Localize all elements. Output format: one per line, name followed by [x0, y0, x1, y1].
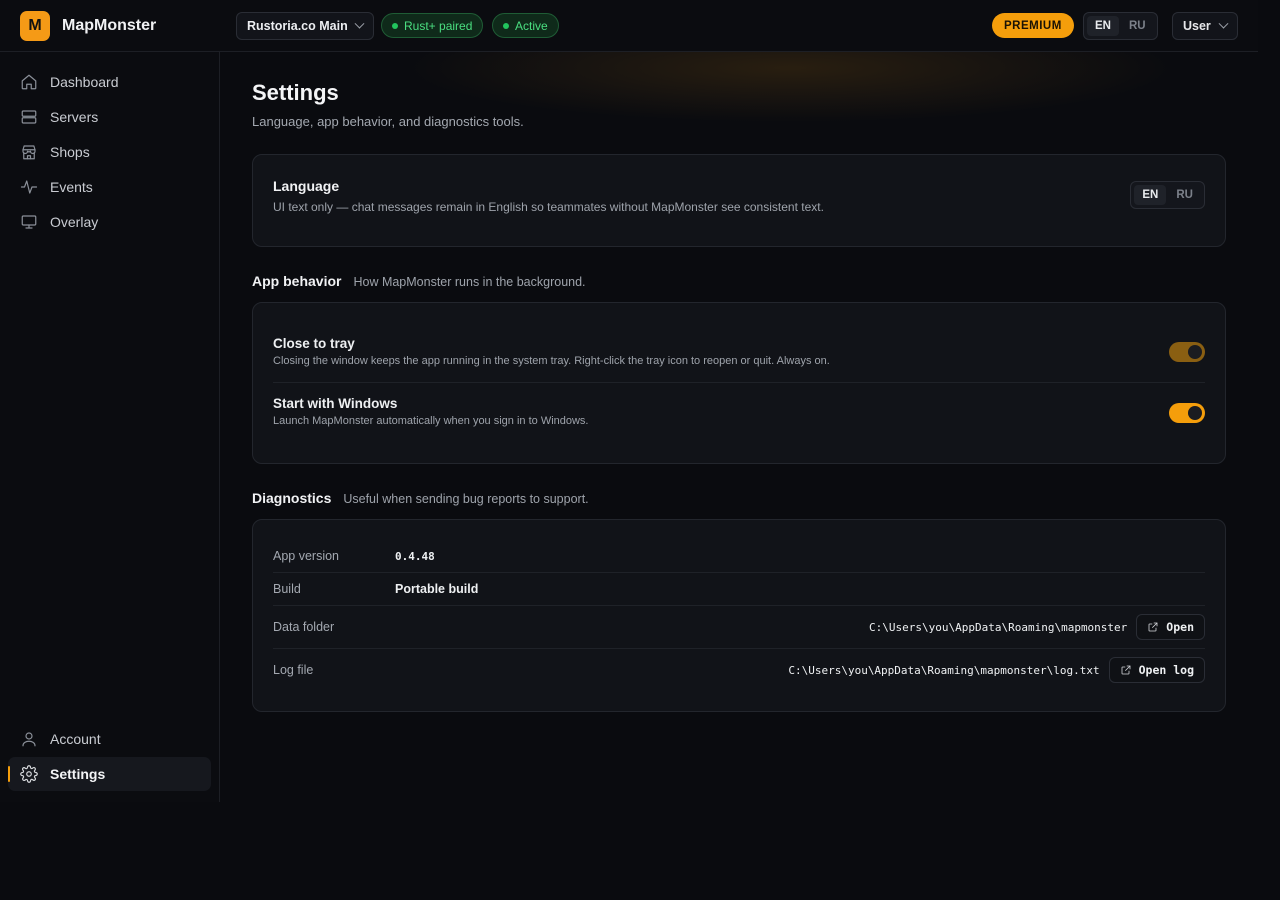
sidebar-item-account[interactable]: Account: [8, 722, 211, 756]
page-subtitle: Language, app behavior, and diagnostics …: [252, 114, 524, 129]
app-logo: M: [20, 11, 50, 41]
app-behavior-description: How MapMonster runs in the background.: [353, 275, 586, 289]
diagnostics-card: App version 0.4.48 Build Portable build …: [252, 519, 1226, 712]
rust-paired-badge: Rust+ paired: [381, 13, 484, 38]
sidebar-item-settings[interactable]: Settings: [8, 757, 211, 791]
server-selector[interactable]: Rustoria.co Main: [236, 12, 374, 40]
premium-badge[interactable]: PREMIUM: [992, 13, 1074, 38]
active-badge: Active: [492, 13, 559, 38]
start-with-windows-title: Start with Windows: [273, 396, 398, 411]
chevron-down-icon: [1218, 18, 1229, 29]
chevron-down-icon: [354, 18, 365, 29]
toggle-knob: [1188, 345, 1202, 359]
app-behavior-title: App behavior: [252, 273, 342, 289]
open-data-folder-button[interactable]: Open: [1136, 614, 1205, 640]
external-link-icon: [1121, 665, 1131, 675]
language-card: Language UI text only — chat messages re…: [252, 154, 1226, 247]
brand[interactable]: M MapMonster: [20, 11, 156, 41]
top-bar: M MapMonster Rustoria.co Main Rust+ pair…: [0, 0, 1258, 52]
toggle-knob: [1188, 406, 1202, 420]
lang-en-button[interactable]: EN: [1087, 16, 1119, 36]
diagnostics-title: Diagnostics: [252, 490, 332, 506]
app-behavior-card: Close to tray Closing the window keeps t…: [252, 302, 1226, 464]
divider: [273, 605, 1205, 606]
data-folder-label: Data folder: [273, 620, 335, 634]
user-menu-button[interactable]: User: [1172, 12, 1238, 40]
top-language-toggle: EN RU: [1083, 12, 1158, 40]
sidebar-item-dashboard[interactable]: Dashboard: [8, 65, 211, 99]
sidebar-item-events[interactable]: Events: [8, 170, 211, 204]
sidebar-item-label: Overlay: [50, 214, 99, 230]
open-log-button[interactable]: Open log: [1108, 657, 1205, 683]
open-button-label: Open: [1166, 620, 1194, 634]
language-ru-option[interactable]: RU: [1168, 185, 1201, 205]
open-log-label: Open log: [1138, 663, 1194, 677]
app-version-row: App version 0.4.48: [273, 546, 1205, 566]
diagnostics-description: Useful when sending bug reports to suppo…: [343, 492, 589, 506]
sidebar-item-servers[interactable]: Servers: [8, 100, 211, 134]
status-dot-icon: [503, 22, 509, 29]
sidebar-item-shops[interactable]: Shops: [8, 135, 211, 169]
server-name: Rustoria.co Main: [247, 19, 348, 33]
store-icon: [22, 145, 36, 160]
log-file-row: Log file C:\Users\you\AppData\Roaming\ma…: [273, 657, 1205, 683]
start-with-windows-row: Start with Windows Launch MapMonster aut…: [273, 396, 1205, 430]
close-to-tray-toggle[interactable]: [1169, 342, 1205, 362]
active-label: Active: [515, 18, 548, 33]
start-with-windows-toggle[interactable]: [1169, 403, 1205, 423]
user-icon: [22, 732, 36, 747]
sidebar-item-label: Settings: [50, 766, 106, 782]
start-with-windows-description: Launch MapMonster automatically when you…: [273, 415, 589, 427]
rust-paired-label: Rust+ paired: [404, 18, 473, 33]
gear-icon: [20, 765, 38, 783]
sidebar-item-label: Account: [50, 731, 101, 747]
app-version-label: App version: [273, 549, 340, 563]
data-folder-path: C:\Users\you\AppData\Roaming\mapmonster: [869, 620, 1128, 634]
external-link-icon: [1148, 622, 1158, 632]
activity-icon: [20, 180, 38, 194]
sidebar-item-label: Servers: [50, 109, 99, 125]
divider: [273, 648, 1205, 649]
divider: [273, 572, 1205, 573]
language-title: Language: [273, 178, 340, 194]
divider: [273, 382, 1205, 383]
server-icon: [21, 110, 37, 124]
user-label: User: [1183, 19, 1211, 33]
app-behavior-header: App behavior How MapMonster runs in the …: [252, 273, 586, 289]
page-title: Settings: [252, 80, 339, 105]
log-file-label: Log file: [273, 663, 314, 677]
sidebar-item-label: Dashboard: [50, 74, 119, 90]
language-en-option[interactable]: EN: [1134, 185, 1167, 205]
log-file-path: C:\Users\you\AppData\Roaming\mapmonster\…: [788, 663, 1100, 677]
app-name: MapMonster: [62, 17, 157, 34]
language-description: UI text only — chat messages remain in E…: [273, 200, 824, 214]
sidebar-item-label: Events: [50, 179, 93, 195]
build-row: Build Portable build: [273, 579, 1205, 599]
monitor-icon: [21, 215, 37, 229]
close-to-tray-title: Close to tray: [273, 336, 355, 351]
lang-ru-button[interactable]: RU: [1121, 16, 1154, 36]
sidebar: Dashboard Servers Shops Events Overlay A…: [0, 52, 220, 802]
build-value: Portable build: [395, 582, 479, 596]
sidebar-item-label: Shops: [50, 144, 90, 160]
close-to-tray-description: Closing the window keeps the app running…: [273, 355, 830, 367]
sidebar-item-overlay[interactable]: Overlay: [8, 205, 211, 239]
build-label: Build: [273, 582, 301, 596]
data-folder-row: Data folder C:\Users\you\AppData\Roaming…: [273, 614, 1205, 640]
close-to-tray-row: Close to tray Closing the window keeps t…: [273, 336, 1205, 370]
app-version-value: 0.4.48: [395, 549, 435, 563]
home-icon: [21, 74, 37, 90]
language-toggle: EN RU: [1130, 181, 1205, 209]
diagnostics-header: Diagnostics Useful when sending bug repo…: [252, 490, 589, 506]
status-dot-icon: [392, 22, 398, 29]
